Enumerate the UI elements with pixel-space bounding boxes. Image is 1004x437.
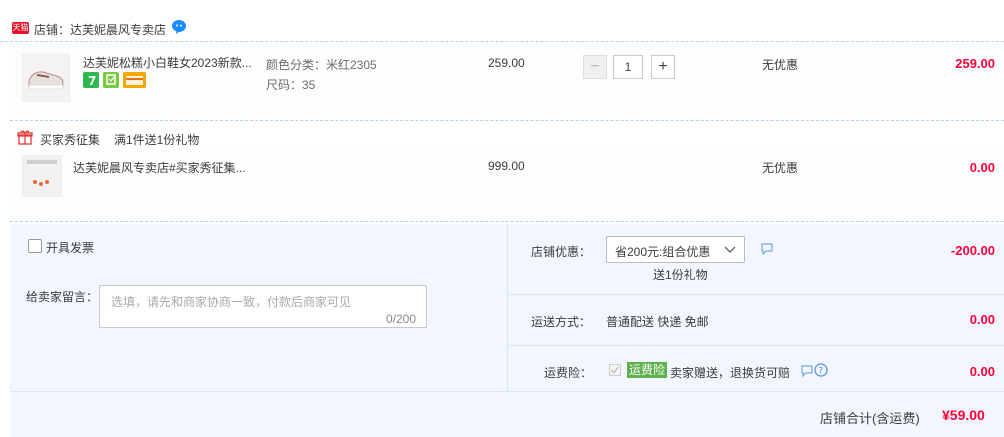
- invoice-checkbox[interactable]: [28, 239, 42, 253]
- wangwang-chat-icon[interactable]: [171, 19, 187, 35]
- help-icon[interactable]: ?: [814, 363, 828, 377]
- shipping-method: 普通配送 快递 免邮: [606, 315, 709, 329]
- comment-icon[interactable]: [760, 242, 774, 256]
- item-price: 999.00: [488, 159, 525, 173]
- quantity-input[interactable]: 1: [613, 55, 643, 79]
- item-promo: 无优惠: [762, 58, 799, 72]
- insurance-label: 运费险：: [544, 366, 593, 380]
- quantity-decrease-button[interactable]: −: [583, 55, 607, 79]
- gift-icon: [17, 130, 33, 145]
- item-total: 0.00: [969, 160, 995, 175]
- product-thumbnail[interactable]: [22, 155, 62, 197]
- product-thumbnail[interactable]: [22, 54, 70, 102]
- seven-day-return-icon: 7: [83, 72, 99, 88]
- summary-divider: [507, 345, 1004, 346]
- guarantee-icon: [103, 72, 119, 88]
- gift-label: 买家秀征集: [40, 133, 101, 147]
- insurance-checkbox[interactable]: [609, 364, 621, 376]
- shop-name[interactable]: 店铺：达芙妮晨风专卖店: [34, 21, 166, 38]
- item-title[interactable]: 达芙妮晨风专卖店#买家秀征集...: [73, 159, 246, 176]
- shipping-amount: 0.00: [969, 312, 995, 327]
- shipping-label: 运送方式：: [531, 315, 592, 329]
- sku-color: 颜色分类：米红2305: [266, 58, 377, 72]
- item-promo: 无优惠: [762, 161, 799, 175]
- shop-discount-note: 送1份礼物: [653, 268, 708, 282]
- invoice-label[interactable]: 开具发票: [46, 239, 94, 256]
- message-counter: 0/200: [385, 312, 416, 326]
- shop-discount-amount: -200.00: [950, 243, 995, 258]
- item-total: 259.00: [955, 56, 995, 71]
- message-textarea[interactable]: 选填，请先和商家协商一致，付款后商家可见 0/200: [99, 285, 427, 328]
- summary-divider: [507, 224, 508, 392]
- item-title[interactable]: 达芙妮松糕小白鞋女2023新款...: [83, 54, 252, 71]
- insurance-description: 卖家赠送，退换货可赔: [670, 366, 791, 380]
- shop-discount-selected: 省200元:组合优惠: [615, 245, 711, 259]
- summary-divider: [507, 294, 1004, 295]
- comment-icon[interactable]: [800, 364, 814, 378]
- svg-text:7: 7: [88, 74, 96, 88]
- summary-divider: [10, 391, 1004, 392]
- gift-description: 满1件送1份礼物: [114, 133, 200, 147]
- credit-card-icon: [123, 72, 146, 88]
- item-price: 259.00: [488, 56, 525, 70]
- shop-total-amount: ¥59.00: [942, 407, 985, 423]
- message-label: 给卖家留言：: [26, 290, 99, 304]
- tmall-logo: 天猫: [12, 22, 29, 34]
- shop-total-label: 店铺合计(含运费): [820, 411, 920, 426]
- message-placeholder: 选填，请先和商家协商一致，付款后商家可见: [111, 295, 352, 309]
- insurance-tag: 运费险: [627, 362, 668, 378]
- shop-discount-select[interactable]: 省200元:组合优惠: [606, 236, 745, 263]
- chevron-down-icon: [724, 246, 736, 253]
- svg-text:?: ?: [818, 367, 823, 377]
- shop-discount-label: 店铺优惠：: [531, 245, 592, 259]
- insurance-amount: 0.00: [969, 364, 995, 379]
- quantity-increase-button[interactable]: +: [651, 55, 675, 79]
- sku-size: 尺码：35: [266, 78, 316, 92]
